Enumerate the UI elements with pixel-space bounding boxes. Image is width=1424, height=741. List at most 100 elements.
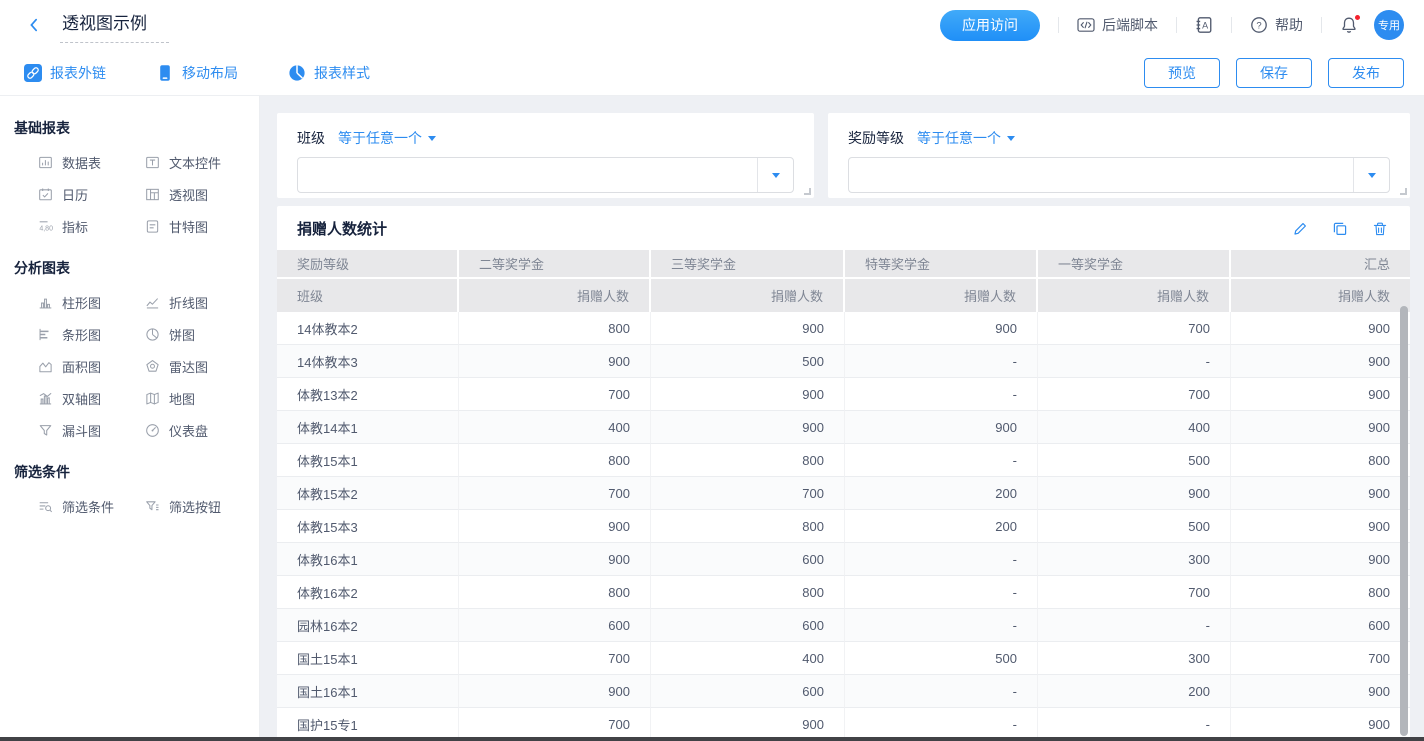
cell-value: 300 <box>1038 642 1231 675</box>
help-button[interactable]: ? 帮助 <box>1250 15 1303 35</box>
sidebar-item-label: 文本控件 <box>169 153 221 172</box>
select-arrow-zone[interactable] <box>757 158 793 192</box>
sidebar-item-label: 柱形图 <box>62 293 101 312</box>
copy-widget-button[interactable] <box>1332 221 1348 237</box>
cell-value: 900 <box>1231 312 1410 345</box>
filter-value-select[interactable] <box>297 157 794 193</box>
row-label: 园林16本2 <box>277 609 459 642</box>
row-label: 体教15本2 <box>277 477 459 510</box>
gantt-icon <box>145 219 160 234</box>
table-row: 体教16本1900600-300900 <box>277 543 1410 576</box>
sidebar-item-label: 雷达图 <box>169 357 208 376</box>
pivot-table-widget: 捐赠人数统计 <box>277 206 1410 740</box>
page-title[interactable]: 透视图示例 <box>60 7 169 43</box>
table-row: 国土16本1900600-200900 <box>277 675 1410 708</box>
cell-value: 800 <box>651 576 845 609</box>
metric-icon: 4,80 <box>38 219 53 234</box>
widget-sidebar: 基础报表 数据表文本控件日历透视图4,80指标甘特图 分析图表 柱形图折线图条形… <box>0 96 260 740</box>
sidebar-item-label: 筛选按钮 <box>169 497 221 516</box>
cell-value: - <box>1038 345 1231 378</box>
sidebar-item-line-chart[interactable]: 折线图 <box>145 286 249 318</box>
sidebar-item-area-chart[interactable]: 面积图 <box>38 350 145 382</box>
column-group-header: 二等奖学金 <box>459 250 651 279</box>
report-style-button[interactable]: 报表样式 <box>288 63 370 83</box>
mobile-layout-label: 移动布局 <box>182 63 238 83</box>
calendar-icon <box>38 187 53 202</box>
measure-header: 捐赠人数 <box>845 279 1038 312</box>
cell-value: 800 <box>459 444 651 477</box>
report-external-link-button[interactable]: 报表外链 <box>24 63 106 83</box>
sidebar-section-title: 筛选条件 <box>14 462 249 482</box>
pie-style-icon <box>288 64 306 82</box>
cell-value: 600 <box>651 609 845 642</box>
horizontal-scrollbar[interactable] <box>0 737 1424 741</box>
save-button[interactable]: 保存 <box>1236 58 1312 88</box>
resize-handle[interactable] <box>804 188 811 195</box>
cell-value: 400 <box>651 642 845 675</box>
divider <box>1231 17 1232 33</box>
delete-widget-button[interactable] <box>1372 221 1388 237</box>
edit-widget-button[interactable] <box>1292 221 1308 237</box>
vertical-scrollbar[interactable] <box>1400 306 1408 736</box>
sidebar-item-funnel-chart[interactable]: 漏斗图 <box>38 414 145 446</box>
table-row: 体教16本2800800-700800 <box>277 576 1410 609</box>
sidebar-item-bar-chart[interactable]: 条形图 <box>38 318 145 350</box>
table-row: 体教15本3900800200500900 <box>277 510 1410 543</box>
sidebar-item-label: 指标 <box>62 217 88 236</box>
publish-button[interactable]: 发布 <box>1328 58 1404 88</box>
app-header: 透视图示例 应用访问 后端脚本 A ? 帮助 专用 <box>0 0 1424 50</box>
resize-handle[interactable] <box>1400 188 1407 195</box>
cell-value: 400 <box>1038 411 1231 444</box>
select-arrow-zone[interactable] <box>1353 158 1389 192</box>
back-button[interactable] <box>26 16 44 34</box>
column-group-header: 三等奖学金 <box>651 250 845 279</box>
api-directory-button[interactable]: A <box>1195 16 1213 34</box>
filter-operator-dropdown[interactable]: 等于任意一个 <box>338 128 436 148</box>
cell-value: 600 <box>651 543 845 576</box>
cell-value: 200 <box>845 510 1038 543</box>
cell-value: 500 <box>1038 444 1231 477</box>
divider <box>1058 17 1059 33</box>
sidebar-item-gantt[interactable]: 甘特图 <box>145 210 249 242</box>
mobile-icon <box>156 64 174 82</box>
row-label: 14体教本2 <box>277 312 459 345</box>
notification-badge <box>1354 14 1361 21</box>
sidebar-item-data-table[interactable]: 数据表 <box>38 146 145 178</box>
sidebar-section-title: 基础报表 <box>14 118 249 138</box>
preview-button[interactable]: 预览 <box>1144 58 1220 88</box>
sidebar-item-filter-button[interactable]: 筛选按钮 <box>145 490 249 522</box>
sidebar-item-filter-condition[interactable]: 筛选条件 <box>38 490 145 522</box>
table-row: 14体教本2800900900700900 <box>277 312 1410 345</box>
sidebar-item-radar-chart[interactable]: 雷达图 <box>145 350 249 382</box>
sidebar-item-pie-chart[interactable]: 饼图 <box>145 318 249 350</box>
sidebar-item-pivot[interactable]: 透视图 <box>145 178 249 210</box>
cell-value: 900 <box>845 411 1038 444</box>
sidebar-item-column-chart[interactable]: 柱形图 <box>38 286 145 318</box>
sidebar-items-grid: 数据表 文本控件日历透视图 4,80 指标 甘特图 <box>38 146 249 242</box>
cell-value: 700 <box>459 642 651 675</box>
backend-script-button[interactable]: 后端脚本 <box>1077 15 1158 35</box>
filter-button-icon <box>145 499 160 514</box>
avatar[interactable]: 专用 <box>1374 10 1404 40</box>
filter-operator-dropdown[interactable]: 等于任意一个 <box>917 128 1015 148</box>
sidebar-item-label: 饼图 <box>169 325 195 344</box>
cell-value: 200 <box>845 477 1038 510</box>
chevron-down-icon <box>1368 173 1376 178</box>
sidebar-item-calendar[interactable]: 日历 <box>38 178 145 210</box>
sidebar-item-dual-axis-chart[interactable]: 双轴图 <box>38 382 145 414</box>
app-access-button[interactable]: 应用访问 <box>940 10 1040 41</box>
row-label: 体教13本2 <box>277 378 459 411</box>
filter-value-select[interactable] <box>848 157 1390 193</box>
sidebar-item-metric[interactable]: 4,80 指标 <box>38 210 145 242</box>
sidebar-item-gauge[interactable]: 仪表盘 <box>145 414 249 446</box>
sidebar-item-map[interactable]: 地图 <box>145 382 249 414</box>
divider <box>1321 17 1322 33</box>
cell-value: - <box>845 378 1038 411</box>
bar-chart-icon <box>38 327 53 342</box>
cell-value: 300 <box>1038 543 1231 576</box>
mobile-layout-button[interactable]: 移动布局 <box>156 63 238 83</box>
sidebar-item-text-widget[interactable]: 文本控件 <box>145 146 249 178</box>
cell-value: 900 <box>1231 543 1410 576</box>
notifications-button[interactable] <box>1340 16 1358 34</box>
cell-value: 600 <box>651 675 845 708</box>
